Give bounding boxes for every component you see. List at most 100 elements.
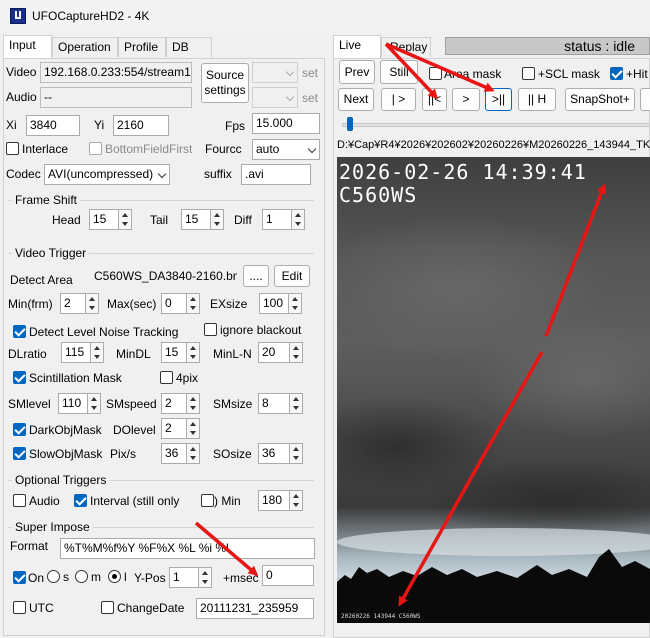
darkobj-label: DarkObjMask [29, 423, 102, 437]
snapshot-button[interactable]: SnapShot+ [565, 88, 635, 111]
audio-set-label[interactable]: set [302, 90, 318, 106]
tab-replay[interactable]: Replay [381, 37, 431, 57]
smspeed-spinner[interactable] [187, 393, 200, 414]
codec-label: Codec [6, 167, 41, 181]
detect-area-edit-button[interactable]: Edit [274, 265, 310, 287]
pause-h-button[interactable]: || H [518, 88, 556, 111]
fps-field[interactable]: 15.000 [252, 113, 320, 134]
size-l-radio[interactable] [108, 570, 121, 583]
utc-checkbox[interactable] [13, 601, 26, 614]
format-field[interactable]: %T%M%f%Y %F%X %L %i %l [60, 538, 315, 559]
max-sec-spinner[interactable] [187, 293, 200, 314]
skip-end-button[interactable]: >|| [485, 88, 512, 111]
dolevel-field[interactable]: 2 [161, 418, 187, 439]
interlace-checkbox[interactable] [6, 142, 19, 155]
minln-spinner[interactable] [290, 342, 303, 363]
fourcc-select[interactable]: auto [252, 139, 320, 160]
exsize-field[interactable]: 100 [259, 293, 289, 314]
interval-still-checkbox[interactable] [201, 494, 214, 507]
video-scene [337, 217, 650, 623]
diff-field[interactable]: 1 [262, 209, 292, 230]
audio-device-select[interactable] [252, 87, 298, 108]
interval-min-field[interactable]: 180 [258, 490, 290, 511]
video-set-label[interactable]: set [302, 65, 318, 81]
pixs-spinner[interactable] [187, 443, 200, 464]
size-s-radio[interactable] [47, 570, 60, 583]
slowobj-checkbox[interactable] [13, 447, 26, 460]
head-spinner[interactable] [119, 209, 132, 230]
hit-checkbox[interactable] [610, 67, 623, 80]
dolevel-spinner[interactable] [187, 418, 200, 439]
bottomfield-checkbox[interactable] [89, 142, 102, 155]
seek-slider-thumb[interactable] [347, 117, 353, 131]
tail-field[interactable]: 15 [181, 209, 211, 230]
tab-profile[interactable]: Profile [118, 37, 166, 57]
audio-field: -- [40, 87, 192, 108]
smlevel-spinner[interactable] [88, 393, 101, 414]
tab-input[interactable]: Input [3, 35, 52, 59]
tab-live[interactable]: Live [333, 35, 381, 59]
tail-label: Tail [150, 213, 169, 227]
source-settings-button[interactable]: Source settings [201, 63, 249, 103]
interval-min-spinner[interactable] [290, 490, 303, 511]
yi-field[interactable]: 2160 [113, 115, 169, 136]
msec-label: +msec [223, 571, 259, 585]
ypos-spinner[interactable] [199, 567, 212, 588]
smsize-spinner[interactable] [290, 393, 303, 414]
smsize-field[interactable]: 8 [258, 393, 290, 414]
detect-area-browse-button[interactable]: .... [243, 265, 269, 287]
overlay-station: C560WS [339, 183, 418, 207]
hit-label: +Hit [626, 67, 648, 81]
video-device-select[interactable] [252, 62, 298, 83]
play-button[interactable]: > [452, 88, 480, 111]
mindl-field[interactable]: 15 [161, 342, 187, 363]
min-frm-field[interactable]: 2 [60, 293, 86, 314]
utc-label: UTC [29, 601, 54, 615]
impose-on-checkbox[interactable] [13, 571, 26, 584]
tab-db[interactable]: DB [166, 37, 212, 57]
prev-button[interactable]: Prev [339, 60, 375, 84]
changedate-checkbox[interactable] [101, 601, 114, 614]
head-field[interactable]: 15 [89, 209, 119, 230]
scl-mask-checkbox[interactable] [522, 67, 535, 80]
audio-trigger-checkbox[interactable] [13, 494, 26, 507]
dlratio-spinner[interactable] [91, 342, 104, 363]
smspeed-field[interactable]: 2 [161, 393, 187, 414]
head-label: Head [52, 213, 81, 227]
detect-level-checkbox[interactable] [13, 325, 26, 338]
overlay-datetime: 2026-02-26 14:39:41 [339, 160, 587, 184]
minln-field[interactable]: 20 [258, 342, 290, 363]
min-frm-spinner[interactable] [86, 293, 99, 314]
xi-field[interactable]: 3840 [26, 115, 80, 136]
interval-checkbox[interactable] [74, 494, 87, 507]
msec-field[interactable]: 0 [262, 565, 314, 586]
sosize-spinner[interactable] [290, 443, 303, 464]
next-button[interactable]: Next [338, 88, 374, 111]
max-sec-field[interactable]: 0 [161, 293, 187, 314]
size-m-radio[interactable] [75, 570, 88, 583]
codec-select[interactable]: AVI(uncompressed) [44, 164, 170, 185]
suffix-field[interactable]: .avi [241, 164, 311, 185]
seek-slider-track[interactable] [342, 123, 650, 127]
exsize-spinner[interactable] [289, 293, 302, 314]
sosize-field[interactable]: 36 [258, 443, 290, 464]
dlratio-field[interactable]: 115 [61, 342, 91, 363]
scintillation-checkbox[interactable] [13, 371, 26, 384]
mindl-spinner[interactable] [187, 342, 200, 363]
tail-spinner[interactable] [211, 209, 224, 230]
pixs-field[interactable]: 36 [161, 443, 187, 464]
ignore-blackout-checkbox[interactable] [204, 323, 217, 336]
extra-button[interactable] [640, 88, 650, 111]
mindl-label: MinDL [116, 347, 151, 361]
changedate-field[interactable]: 20111231_235959 [196, 598, 314, 619]
still-button[interactable]: Still [380, 60, 418, 84]
darkobj-checkbox[interactable] [13, 423, 26, 436]
smlevel-field[interactable]: 110 [58, 393, 88, 414]
ypos-field[interactable]: 1 [169, 567, 199, 588]
fourpix-checkbox[interactable] [160, 371, 173, 384]
diff-spinner[interactable] [292, 209, 305, 230]
area-mask-checkbox[interactable] [429, 67, 442, 80]
skip-begin-button[interactable]: ||< [422, 88, 447, 111]
tab-operation[interactable]: Operation [52, 37, 118, 57]
step-forward-button[interactable]: | > [381, 88, 416, 111]
